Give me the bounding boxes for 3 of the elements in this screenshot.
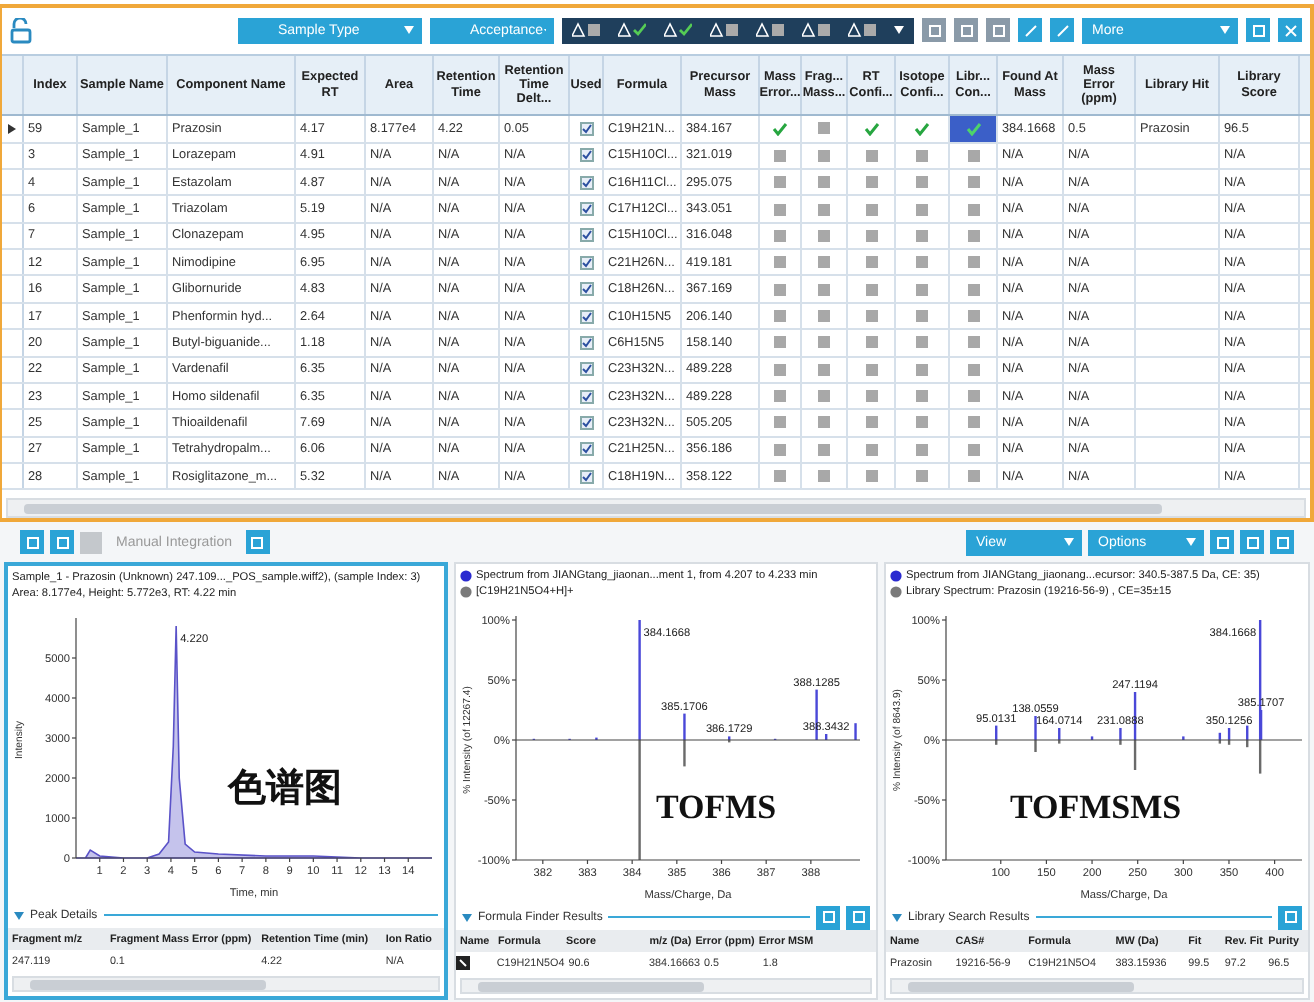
overlay-label: TOFMSMS xyxy=(1010,788,1182,828)
overlay-label: 色谱图 xyxy=(228,765,342,814)
overlay-label: TOFMS xyxy=(656,788,777,828)
